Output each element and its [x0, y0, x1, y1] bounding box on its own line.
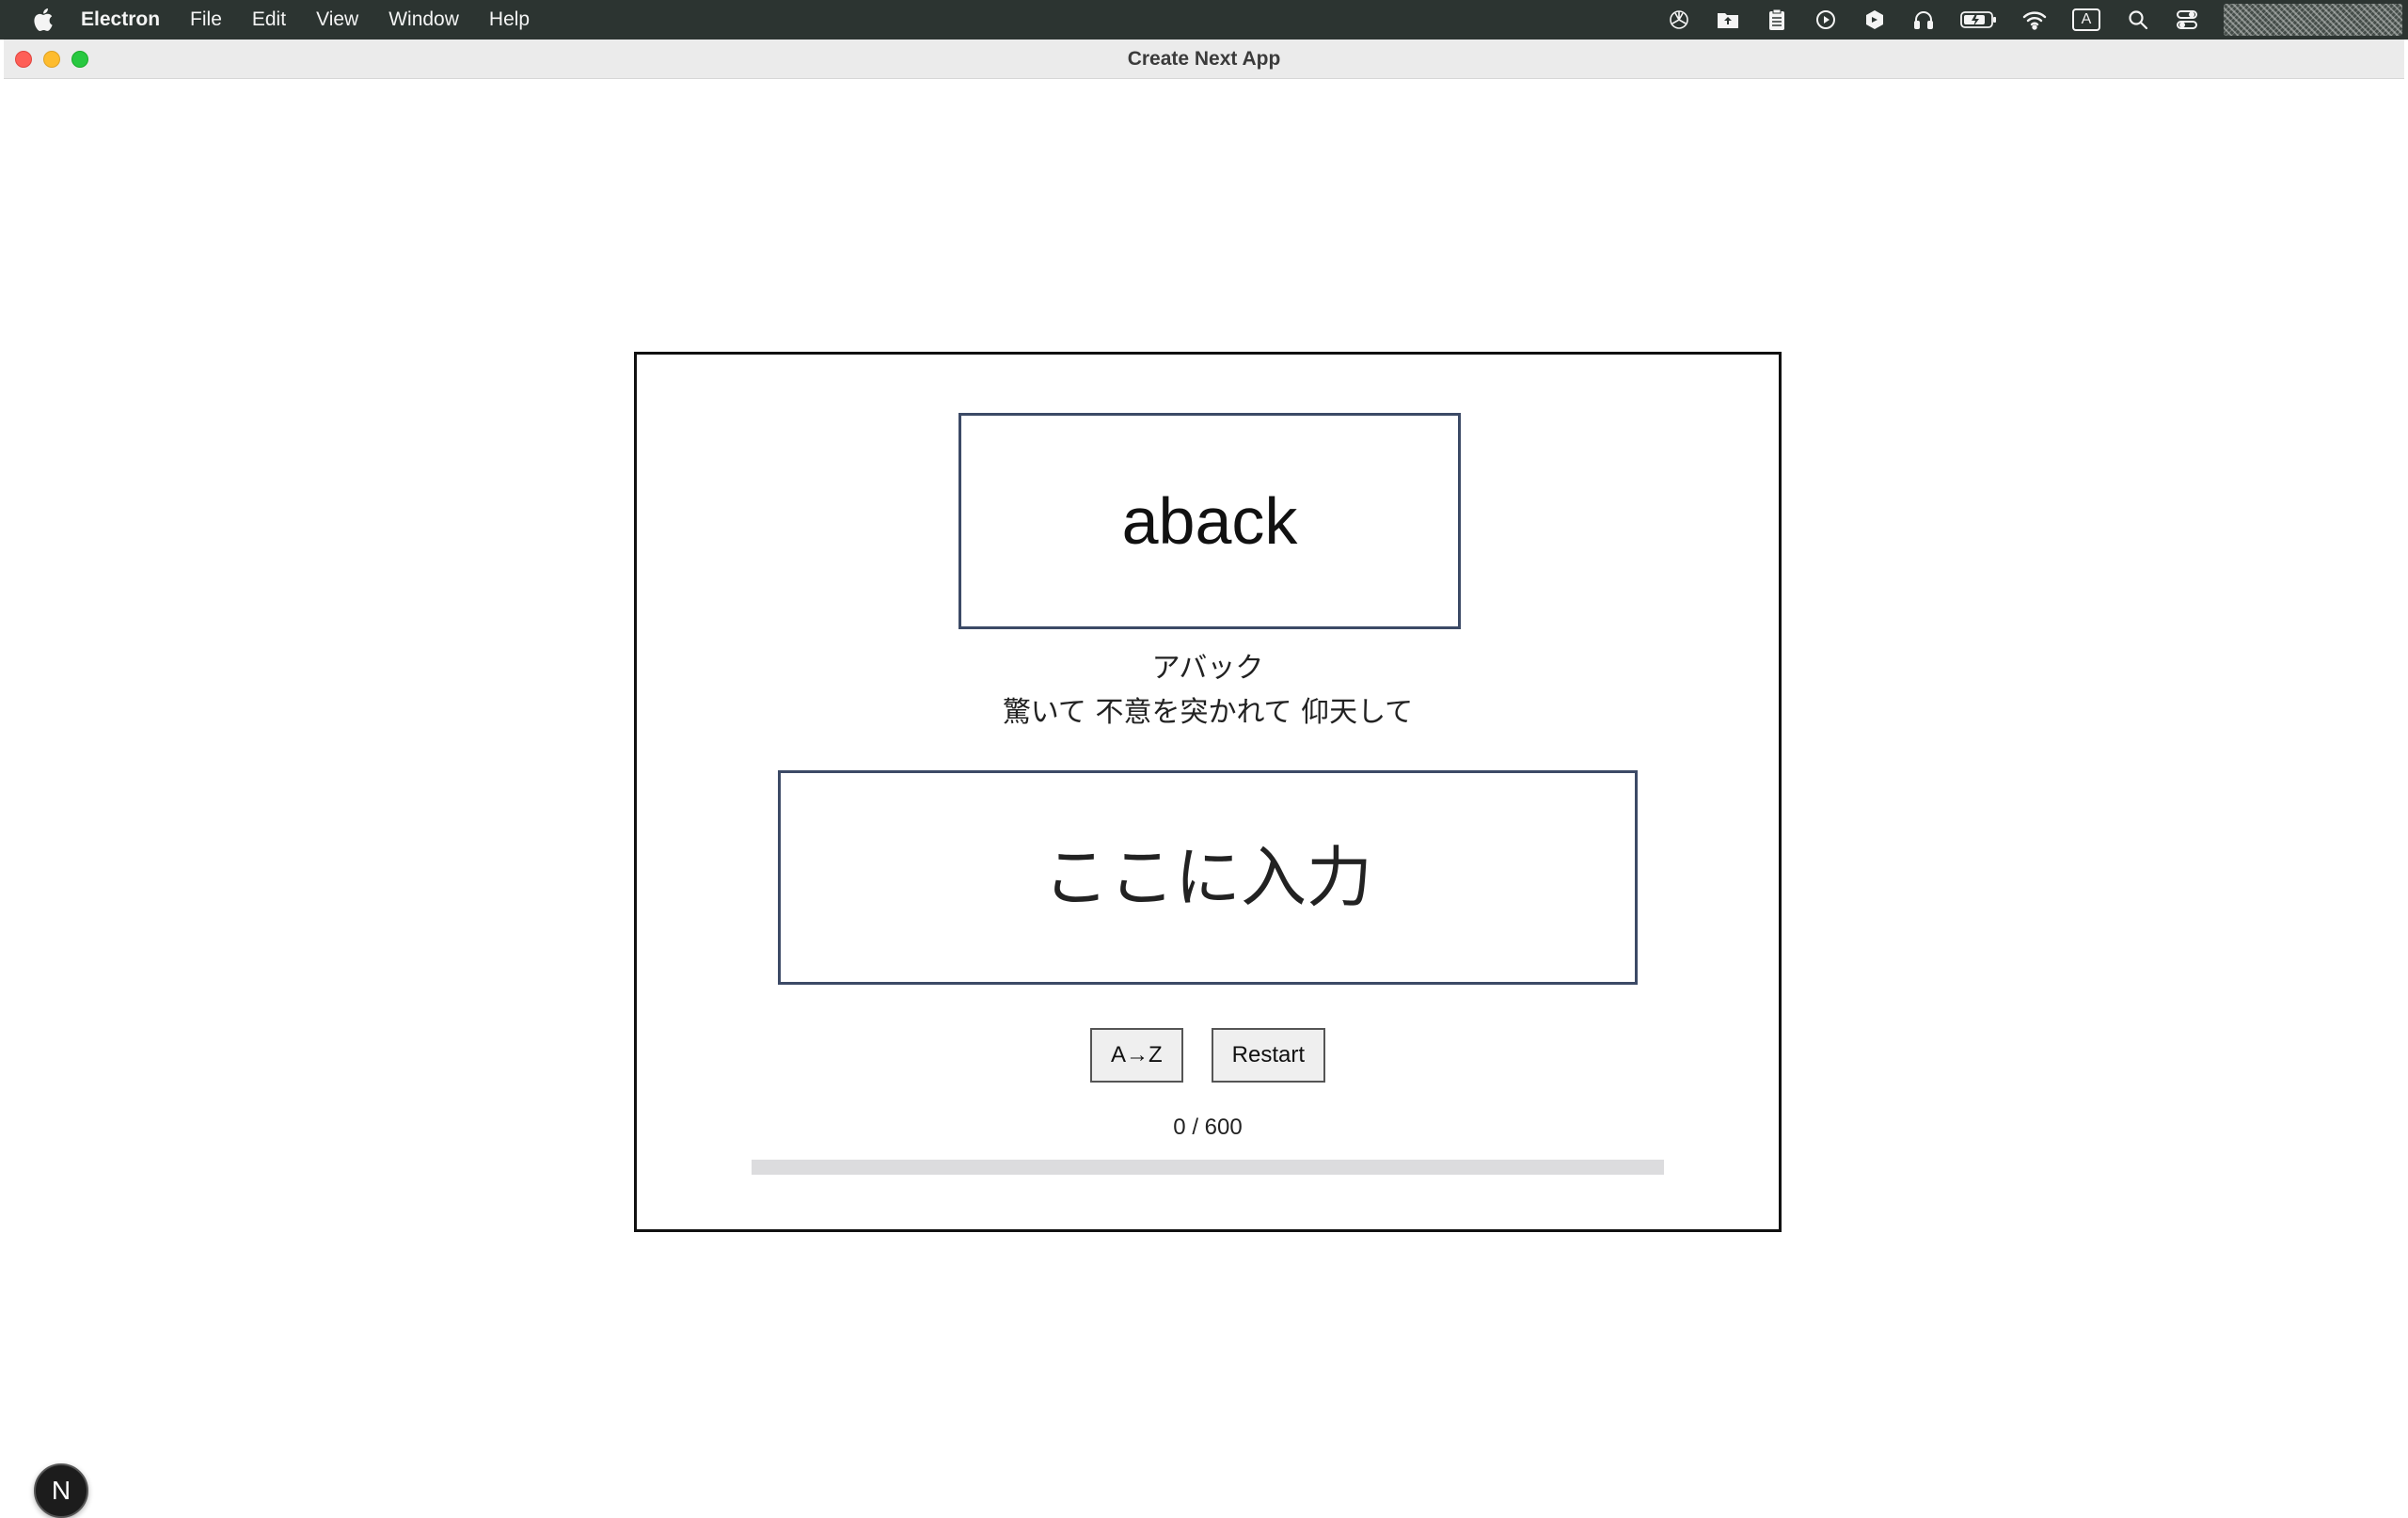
input-source-label: A: [2072, 8, 2100, 31]
search-icon[interactable]: [2126, 8, 2150, 32]
play-circle-icon[interactable]: [1814, 8, 1838, 32]
word-meaning: 驚いて 不意を突かれて 仰天して: [1002, 696, 1414, 729]
status-area: A: [1642, 0, 2408, 40]
sort-a-to-z-button[interactable]: A→Z: [1089, 1028, 1183, 1083]
cube-icon[interactable]: [1862, 8, 1887, 32]
answer-input[interactable]: [778, 770, 1638, 985]
menu-view[interactable]: View: [316, 8, 358, 31]
next-dev-indicator[interactable]: N: [34, 1463, 88, 1518]
title-bar: Create Next App: [4, 40, 2404, 79]
word-display: aback: [958, 413, 1461, 629]
quiz-card: aback アバック 驚いて 不意を突かれて 仰天して A→Z Restart …: [634, 352, 1782, 1232]
menu-file[interactable]: File: [190, 8, 222, 31]
menu-window[interactable]: Window: [388, 8, 459, 31]
upload-folder-icon[interactable]: [1716, 8, 1740, 32]
obscured-clock: [2224, 4, 2402, 36]
progress-counter: 0 / 600: [1173, 1115, 1243, 1140]
next-logo-icon: N: [51, 1476, 71, 1505]
menu-app-name[interactable]: Electron: [81, 8, 160, 31]
openai-icon[interactable]: [1667, 8, 1691, 32]
progress-bar: [752, 1160, 1664, 1175]
menu-bar: Electron File Edit View Window Help A: [0, 0, 2408, 40]
menu-edit[interactable]: Edit: [252, 8, 286, 31]
apple-menu-icon[interactable]: [28, 6, 56, 34]
control-center-icon[interactable]: [2175, 8, 2199, 32]
button-row: A→Z Restart: [637, 1028, 1779, 1083]
window-title: Create Next App: [1127, 48, 1281, 70]
menu-help[interactable]: Help: [489, 8, 530, 31]
input-source-icon[interactable]: A: [2071, 8, 2101, 32]
wifi-icon[interactable]: [2022, 8, 2047, 32]
battery-icon[interactable]: [1960, 8, 1998, 32]
restart-button[interactable]: Restart: [1211, 1028, 1326, 1083]
app-window: Create Next App aback アバック 驚いて 不意を突かれて 仰…: [4, 40, 2404, 1518]
headphones-icon[interactable]: [1911, 8, 1936, 32]
clipboard-icon[interactable]: [1765, 8, 1789, 32]
word-reading: アバック: [1151, 652, 1264, 685]
